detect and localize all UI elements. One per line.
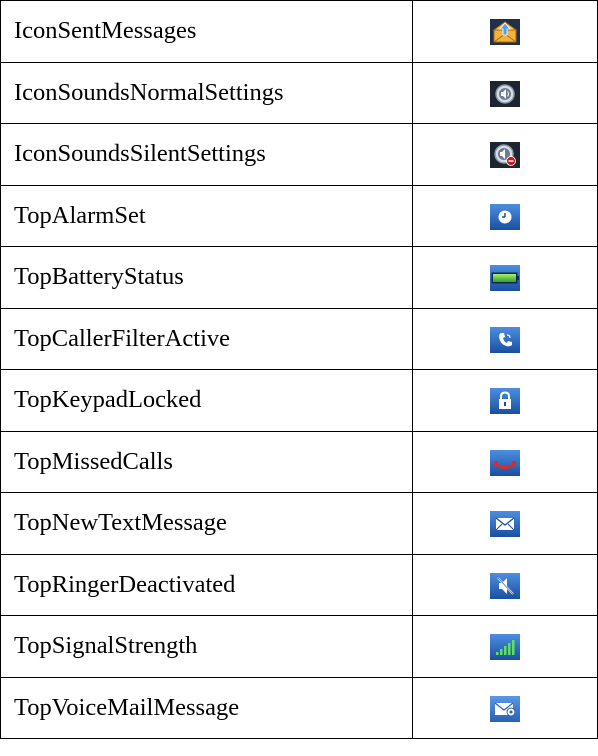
icon-name-cell: IconSentMessages bbox=[0, 0, 413, 63]
icon-name-cell: TopSignalStrength bbox=[0, 615, 413, 678]
table-row: TopRingerDeactivated bbox=[0, 553, 598, 616]
missed-call-icon bbox=[490, 449, 520, 476]
table-row: TopNewTextMessage bbox=[0, 492, 598, 555]
table-row: IconSoundsSilentSettings bbox=[0, 123, 598, 186]
icon-table: IconSentMessages IconSoundsNormalSetting… bbox=[0, 0, 598, 739]
alarm-clock-icon bbox=[490, 203, 520, 230]
table-row: TopMissedCalls bbox=[0, 430, 598, 493]
padlock-icon bbox=[490, 388, 520, 415]
icon-name-cell: TopVoiceMailMessage bbox=[0, 676, 413, 739]
icon-name-cell: TopNewTextMessage bbox=[0, 492, 413, 555]
sound-silent-icon bbox=[490, 142, 520, 169]
sound-normal-icon bbox=[490, 80, 520, 107]
table-row: TopBatteryStatus bbox=[0, 246, 598, 309]
icon-name-cell: IconSoundsSilentSettings bbox=[0, 123, 413, 186]
table-row: IconSentMessages bbox=[0, 0, 598, 63]
caller-filter-icon bbox=[490, 326, 520, 353]
icon-name-cell: TopBatteryStatus bbox=[0, 246, 413, 309]
voicemail-icon bbox=[490, 695, 520, 722]
battery-icon bbox=[490, 265, 520, 292]
table-row: TopVoiceMailMessage bbox=[0, 676, 598, 739]
icon-name-cell: TopKeypadLocked bbox=[0, 369, 413, 432]
table-row: IconSoundsNormalSettings bbox=[0, 61, 598, 124]
icon-name-cell: TopCallerFilterActive bbox=[0, 307, 413, 370]
ringer-muted-icon bbox=[490, 572, 520, 599]
icon-name-cell: TopAlarmSet bbox=[0, 184, 413, 247]
icon-name-cell: IconSoundsNormalSettings bbox=[0, 61, 413, 124]
icon-name-cell: TopRingerDeactivated bbox=[0, 553, 413, 616]
table-row: TopKeypadLocked bbox=[0, 369, 598, 432]
envelope-icon bbox=[490, 511, 520, 538]
table-row: TopSignalStrength bbox=[0, 615, 598, 678]
table-row: TopAlarmSet bbox=[0, 184, 598, 247]
sent-messages-icon bbox=[490, 19, 520, 46]
signal-bars-icon bbox=[490, 634, 520, 661]
icon-name-cell: TopMissedCalls bbox=[0, 430, 413, 493]
table-row: TopCallerFilterActive bbox=[0, 307, 598, 370]
